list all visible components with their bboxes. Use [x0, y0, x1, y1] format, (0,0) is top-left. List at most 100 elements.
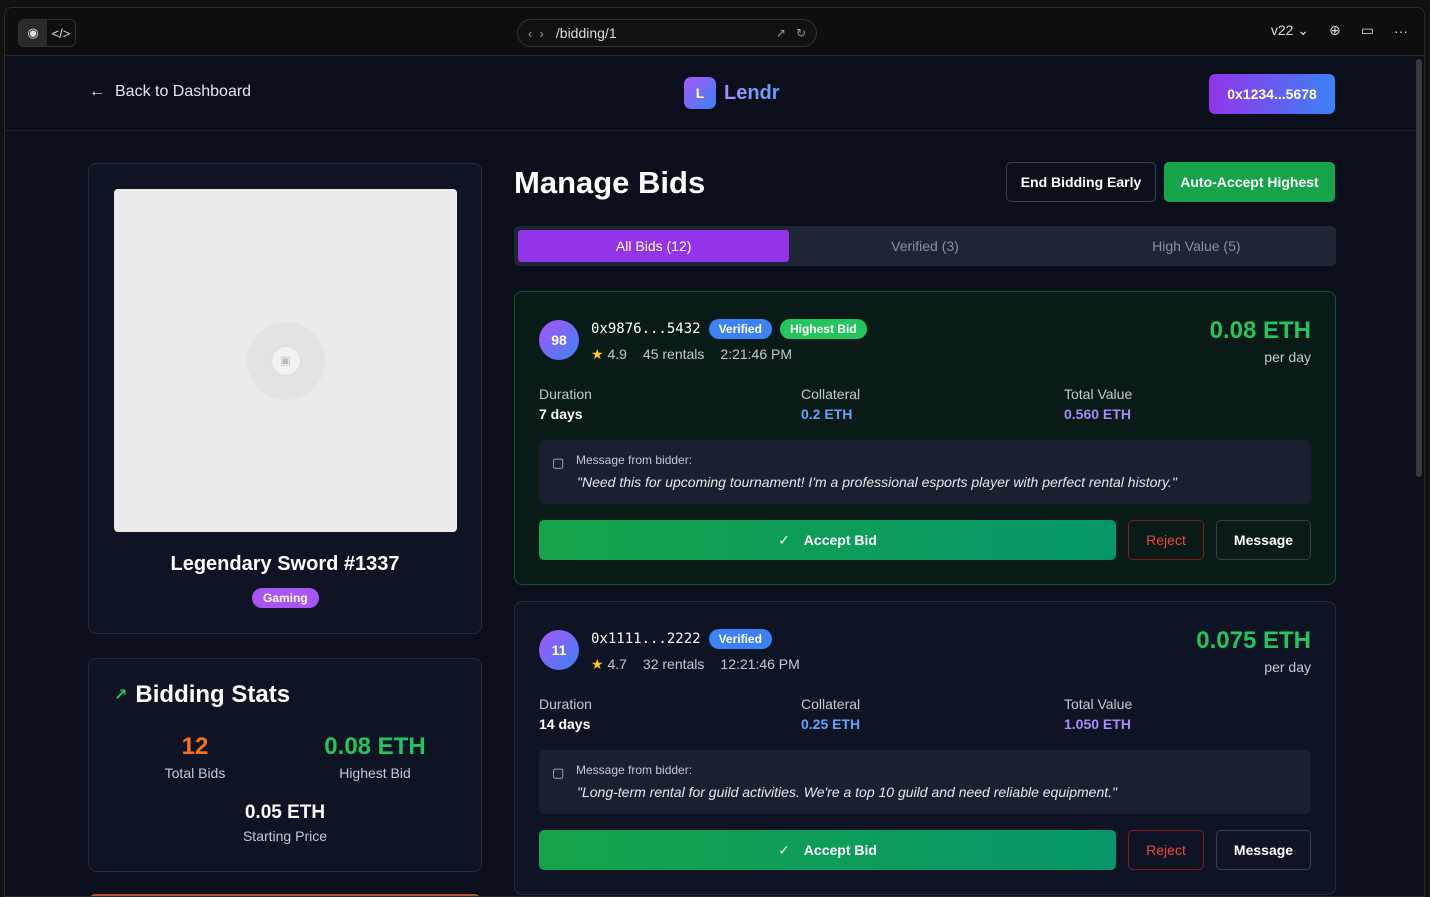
- stats-title: Bidding Stats: [135, 681, 291, 708]
- bid-time: 12:21:46 PM: [720, 656, 800, 672]
- logo-mark: L: [684, 77, 716, 109]
- bidder-avatar: 98: [539, 320, 579, 360]
- preview-eye-icon[interactable]: ◉: [19, 20, 47, 46]
- reject-button[interactable]: Reject: [1128, 520, 1204, 560]
- collateral-value: 0.25 ETH: [801, 716, 861, 732]
- stat-highest-bid: 0.08 ETH Highest Bid: [305, 733, 445, 781]
- brand-name: Lendr: [724, 81, 780, 104]
- chat-icon: ▢: [552, 765, 565, 780]
- duration-value: 14 days: [539, 716, 591, 732]
- chat-icon: ▢: [552, 455, 565, 470]
- trending-up-icon: ↗: [114, 687, 128, 704]
- bid-filter-tabs: All Bids (12) Verified (3) High Value (5…: [514, 226, 1336, 266]
- app-header: ← Back to Dashboard L Lendr 0x1234...567…: [5, 57, 1417, 131]
- tab-all-bids[interactable]: All Bids (12): [518, 230, 790, 262]
- bidder-identity: 0x9876...5432 Verified Highest Bid: [591, 319, 867, 339]
- browser-window: ◉ </> ‹ › /bidding/1 ↗ ↻ v22 ⌄ ⊕ ▭ ··· ←: [0, 0, 1430, 897]
- total-bids-label: Total Bids: [164, 765, 226, 781]
- reload-icon[interactable]: ↻: [796, 26, 806, 40]
- back-forward-icon[interactable]: ‹ ›: [528, 26, 544, 41]
- message-header: Message from bidder:: [576, 763, 693, 777]
- highest-bid-badge: Highest Bid: [779, 319, 867, 339]
- auto-accept-button[interactable]: Auto-Accept Highest: [1164, 162, 1335, 202]
- brand-logo[interactable]: L Lendr: [684, 77, 780, 109]
- view-toggle: ◉ </>: [18, 19, 76, 47]
- accept-label: Accept Bid: [803, 532, 877, 548]
- bid-time: 2:21:46 PM: [720, 346, 793, 362]
- bidder-address: 0x1111...2222: [591, 631, 701, 647]
- arrow-left-icon: ←: [89, 83, 105, 100]
- bidder-identity: 0x1111...2222 Verified: [591, 629, 772, 649]
- stat-starting-price: 0.05 ETH Starting Price: [215, 802, 355, 844]
- collateral-field: Collateral 0.2 ETH: [801, 386, 860, 422]
- collateral-field: Collateral 0.25 ETH: [801, 696, 860, 732]
- bidder-message: ▢ Message from bidder: "Long-term rental…: [539, 750, 1311, 814]
- bidding-stats-card: ↗ Bidding Stats 12 Total Bids 0.08 ETH H…: [88, 658, 482, 872]
- url-path[interactable]: /bidding/1: [556, 25, 766, 41]
- price-unit: per day: [1264, 349, 1311, 365]
- rental-count: 45 rentals: [642, 346, 705, 362]
- duration-field: Duration 14 days: [539, 696, 592, 732]
- message-text: "Need this for upcoming tournament! I'm …: [577, 474, 1177, 490]
- crosshair-icon[interactable]: ⊕: [1329, 22, 1341, 39]
- accept-bid-button[interactable]: ✓ Accept Bid: [539, 520, 1116, 560]
- bid-card: 98 0x9876...5432 Verified Highest Bid ★ …: [514, 291, 1336, 585]
- end-bidding-button[interactable]: End Bidding Early: [1006, 162, 1156, 202]
- stat-total-bids: 12 Total Bids: [135, 733, 255, 781]
- check-circle-icon: ✓: [778, 841, 790, 858]
- highest-bid-label: Highest Bid: [339, 765, 411, 781]
- nft-title: Legendary Sword #1337: [170, 553, 400, 575]
- tab-verified[interactable]: Verified (3): [789, 230, 1060, 262]
- duration-label: Duration: [539, 696, 592, 712]
- rating-value: 4.9: [607, 346, 627, 362]
- duration-value: 7 days: [539, 406, 583, 422]
- tab-high-value[interactable]: High Value (5): [1061, 230, 1332, 262]
- version-select[interactable]: v22 ⌄: [1271, 22, 1309, 39]
- starting-price-value: 0.05 ETH: [244, 802, 326, 823]
- total-value-value: 0.560 ETH: [1064, 406, 1131, 422]
- rating: ★ 4.9: [591, 346, 627, 363]
- bidder-meta: ★ 4.7 32 rentals 12:21:46 PM: [591, 656, 800, 673]
- verified-badge: Verified: [708, 319, 772, 339]
- collateral-label: Collateral: [801, 696, 861, 712]
- nft-image-placeholder: ▣: [114, 189, 457, 532]
- verified-badge: Verified: [708, 629, 772, 649]
- category-badge: Gaming: [252, 588, 319, 608]
- back-label: Back to Dashboard: [115, 83, 252, 100]
- back-to-dashboard-link[interactable]: ← Back to Dashboard: [89, 83, 251, 101]
- bidder-meta: ★ 4.9 45 rentals 2:21:46 PM: [591, 346, 792, 363]
- collateral-label: Collateral: [801, 386, 861, 402]
- bidder-address: 0x9876...5432: [591, 321, 701, 337]
- more-icon[interactable]: ···: [1394, 23, 1408, 39]
- accept-label: Accept Bid: [803, 842, 877, 858]
- highest-bid-value: 0.08 ETH: [324, 733, 426, 760]
- duration-field: Duration 7 days: [539, 386, 592, 422]
- wallet-button[interactable]: 0x1234...5678: [1209, 74, 1335, 114]
- total-value-value: 1.050 ETH: [1064, 716, 1131, 732]
- message-button[interactable]: Message: [1216, 520, 1311, 560]
- accept-bid-button[interactable]: ✓ Accept Bid: [539, 830, 1116, 870]
- bid-price: 0.075 ETH per day: [1196, 627, 1311, 675]
- bidder-message: ▢ Message from bidder: "Need this for up…: [539, 440, 1311, 504]
- total-value-label: Total Value: [1064, 386, 1133, 402]
- version-label: v22: [1270, 22, 1294, 38]
- bid-price: 0.08 ETH per day: [1210, 317, 1311, 365]
- nft-card: ▣ Legendary Sword #1337 Gaming: [88, 163, 482, 634]
- price-unit: per day: [1264, 659, 1311, 675]
- layout-icon[interactable]: ▭: [1361, 22, 1374, 39]
- message-button[interactable]: Message: [1216, 830, 1311, 870]
- reject-button[interactable]: Reject: [1128, 830, 1204, 870]
- app-viewport: ← Back to Dashboard L Lendr 0x1234...567…: [5, 57, 1424, 896]
- code-icon[interactable]: </>: [47, 20, 75, 46]
- duration-label: Duration: [539, 386, 592, 402]
- open-external-icon[interactable]: ↗: [776, 26, 786, 40]
- page-title: Manage Bids: [514, 165, 706, 200]
- browser-toolbar: ◉ </> ‹ › /bidding/1 ↗ ↻ v22 ⌄ ⊕ ▭ ···: [5, 8, 1424, 56]
- star-icon: ★: [591, 656, 604, 672]
- url-bar[interactable]: ‹ › /bidding/1 ↗ ↻: [517, 19, 817, 47]
- message-header: Message from bidder:: [576, 453, 693, 467]
- total-value-field: Total Value 0.560 ETH: [1064, 386, 1132, 422]
- rating: ★ 4.7: [591, 656, 627, 673]
- price-value: 0.08 ETH: [1209, 317, 1311, 344]
- message-text: "Long-term rental for guild activities. …: [577, 784, 1117, 800]
